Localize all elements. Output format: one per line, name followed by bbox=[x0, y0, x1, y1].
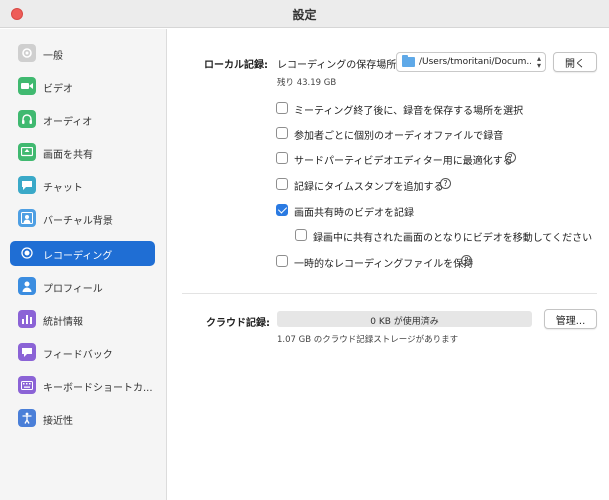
sidebar-item-label: 統計情報 bbox=[43, 317, 83, 328]
folder-icon bbox=[402, 55, 415, 67]
keep-temp-files-checkbox[interactable] bbox=[276, 255, 288, 267]
sidebar-item-label: 接近性 bbox=[43, 416, 73, 427]
separate-audio-checkbox[interactable] bbox=[276, 127, 288, 139]
help-icon[interactable]: ? bbox=[461, 255, 472, 266]
sidebar-item-recording[interactable]: レコーディング bbox=[10, 241, 155, 266]
sidebar-item-label: 画面を共有 bbox=[43, 150, 93, 161]
sidebar-item-label: オーディオ bbox=[43, 117, 93, 128]
settings-window: 設定 一般 ビデオ オーディオ 画面を共有 チャット バーチャル背景 レコーディ… bbox=[0, 0, 609, 500]
sidebar-item-audio[interactable]: オーディオ bbox=[10, 107, 155, 132]
option-label: 一時的なレコーディングファイルを保持 bbox=[294, 259, 474, 270]
timestamp-checkbox[interactable] bbox=[276, 178, 288, 190]
recording-location-label: レコーディングの保存場所: bbox=[277, 60, 400, 71]
sidebar-item-share-screen[interactable]: 画面を共有 bbox=[10, 140, 155, 165]
record-video-screenshare-checkbox[interactable] bbox=[276, 204, 288, 216]
sidebar-item-profile[interactable]: プロフィール bbox=[10, 274, 155, 299]
sidebar-item-label: プロフィール bbox=[43, 284, 103, 295]
cloud-usage-text: 0 KB が使用済み bbox=[370, 317, 439, 327]
title-bar: 設定 bbox=[0, 0, 609, 28]
sidebar-item-virtual-background[interactable]: バーチャル背景 bbox=[10, 206, 155, 231]
cloud-recording-label: クラウド記録: bbox=[206, 318, 270, 329]
option-label: ミーティング終了後に、録音を保存する場所を選択 bbox=[294, 106, 524, 117]
recording-path-select[interactable]: /Users/tmoritani/Docum... ▴ ▾ bbox=[396, 52, 546, 72]
sidebar-item-general[interactable]: 一般 bbox=[10, 41, 155, 66]
option-label: 録画中に共有された画面のとなりにビデオを移動してください bbox=[313, 233, 593, 244]
sidebar-item-label: フィードバック bbox=[43, 350, 113, 361]
option-label: 参加者ごとに個別のオーディオファイルで録音 bbox=[294, 131, 504, 142]
sidebar-item-chat[interactable]: チャット bbox=[10, 173, 155, 198]
record-icon bbox=[18, 244, 36, 262]
chat-icon bbox=[18, 176, 36, 194]
window-title: 設定 bbox=[292, 8, 317, 22]
option-label: 記録にタイムスタンプを追加する bbox=[294, 182, 444, 193]
open-folder-button[interactable]: 開く bbox=[553, 52, 597, 72]
person-icon bbox=[18, 277, 36, 295]
sidebar-item-label: チャット bbox=[43, 183, 83, 194]
option-label: サードパーティビデオエディター用に最適化する bbox=[294, 156, 513, 167]
keyboard-icon bbox=[18, 376, 36, 394]
person-background-icon bbox=[18, 209, 36, 227]
sidebar-item-feedback[interactable]: フィードバック bbox=[10, 340, 155, 365]
headphones-icon bbox=[18, 110, 36, 128]
option-label: 画面共有時のビデオを記録 bbox=[294, 208, 414, 219]
manage-cloud-button[interactable]: 管理... bbox=[544, 309, 597, 329]
section-divider bbox=[182, 293, 597, 294]
local-recording-label: ローカル記録: bbox=[204, 60, 268, 71]
sidebar: 一般 ビデオ オーディオ 画面を共有 チャット バーチャル背景 レコーディング … bbox=[0, 29, 167, 500]
sidebar-item-label: レコーディング bbox=[43, 251, 113, 262]
sidebar-item-accessibility[interactable]: 接近性 bbox=[10, 406, 155, 431]
sidebar-item-label: バーチャル背景 bbox=[43, 216, 113, 227]
feedback-icon bbox=[18, 343, 36, 361]
choose-save-location-checkbox[interactable] bbox=[276, 102, 288, 114]
sidebar-item-label: 一般 bbox=[43, 51, 63, 62]
move-video-next-to-share-checkbox[interactable] bbox=[295, 229, 307, 241]
chevron-updown-icon: ▴ ▾ bbox=[536, 54, 541, 70]
cloud-storage-bar: 0 KB が使用済み bbox=[277, 311, 532, 327]
sidebar-item-statistics[interactable]: 統計情報 bbox=[10, 307, 155, 332]
share-screen-icon bbox=[18, 143, 36, 161]
help-icon[interactable]: ? bbox=[505, 152, 516, 163]
gear-icon bbox=[18, 44, 36, 62]
video-icon bbox=[18, 77, 36, 95]
sidebar-item-label: ビデオ bbox=[43, 84, 73, 95]
help-icon[interactable]: ? bbox=[440, 178, 451, 189]
sidebar-item-keyboard-shortcuts[interactable]: キーボードショートカ... bbox=[10, 373, 155, 398]
recording-path-value: /Users/tmoritani/Docum... bbox=[419, 57, 531, 67]
cloud-available-text: 1.07 GB のクラウド記録ストレージがあります bbox=[277, 335, 459, 345]
stats-icon bbox=[18, 310, 36, 328]
sidebar-item-label: キーボードショートカ... bbox=[43, 383, 153, 394]
remaining-storage: 残り 43.19 GB bbox=[277, 78, 337, 88]
sidebar-item-video[interactable]: ビデオ bbox=[10, 74, 155, 99]
accessibility-icon bbox=[18, 409, 36, 427]
optimize-editor-checkbox[interactable] bbox=[276, 152, 288, 164]
